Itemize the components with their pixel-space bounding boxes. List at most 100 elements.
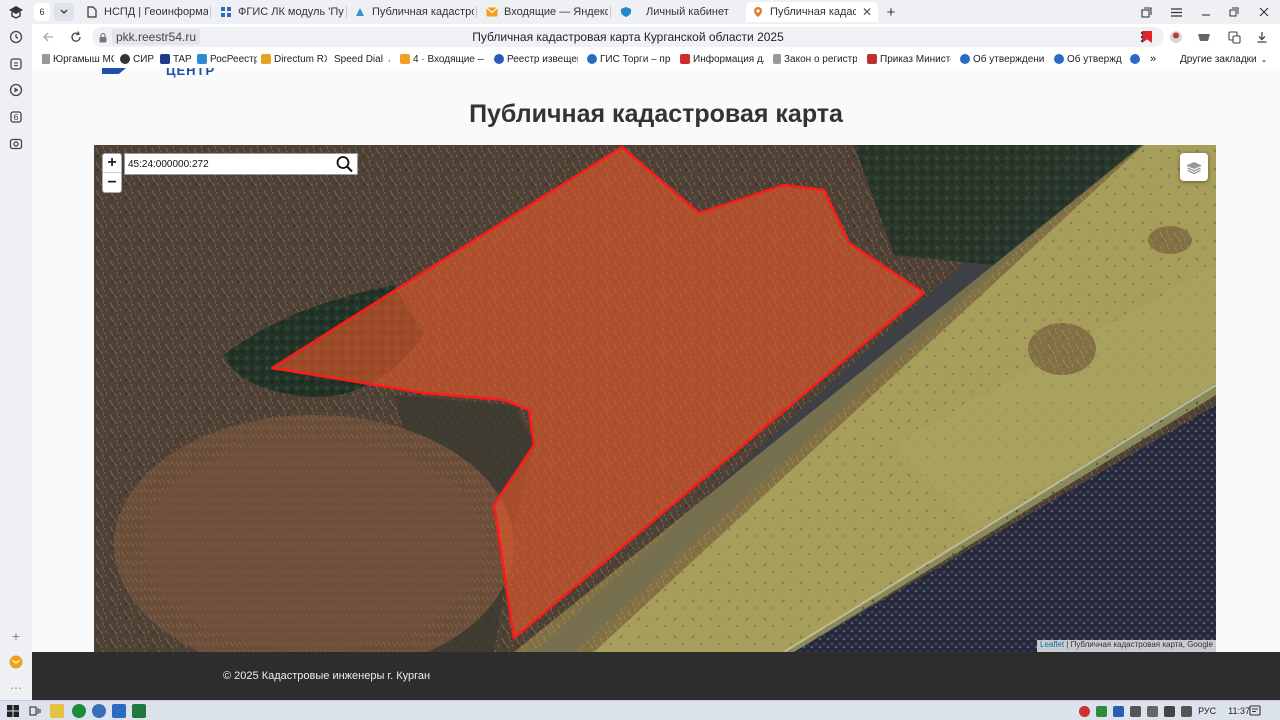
kaspersky-icon[interactable]	[72, 704, 86, 718]
bookmark-item[interactable]: Об утвержде	[1054, 52, 1122, 66]
zoom-control: + −	[102, 153, 122, 193]
notifications-icon[interactable]	[1248, 704, 1262, 718]
zoom-in-button[interactable]: +	[103, 154, 121, 173]
bookmark-label: Об утверждении	[973, 53, 1044, 65]
tab-personal-cabinet[interactable]: Личный кабинет	[614, 2, 742, 22]
tab-fgis[interactable]: ФГИС ЛК модуль 'Публи	[214, 2, 344, 22]
bookmark-item[interactable]: СИР	[120, 52, 156, 66]
media-player-icon[interactable]	[8, 82, 24, 98]
bookmark-item[interactable]: 4 · Входящие — Я	[400, 52, 484, 66]
windows-taskbar: РУС 11:37	[0, 700, 1280, 720]
bookmark-item[interactable]: РосРеестр	[197, 52, 257, 66]
site-logo-text[interactable]: ЦЕНТР	[166, 68, 215, 78]
mail-icon	[400, 54, 410, 64]
satellite-imagery	[94, 145, 1216, 652]
tab-count-badge[interactable]: 6	[34, 3, 50, 21]
bookmarks-bar: Юргамыш МО СИР TAP РосРеестр Directum RX…	[32, 50, 1280, 68]
bookmark-item[interactable]: ГИС Торги – прод	[587, 52, 671, 66]
collections-icon[interactable]	[8, 56, 24, 72]
cadastral-number-input[interactable]	[128, 156, 328, 172]
more-options-icon[interactable]	[1134, 29, 1150, 45]
task-view-icon[interactable]	[28, 704, 42, 718]
history-icon[interactable]	[8, 29, 24, 45]
search-button[interactable]	[335, 155, 355, 173]
tab-yandex-mail[interactable]: Входящие — Яндекс Почт	[480, 2, 608, 22]
network-tray-icon[interactable]	[1164, 705, 1176, 717]
screenshot-icon[interactable]	[8, 136, 24, 152]
bookmark-item[interactable]: Directum RX	[261, 52, 327, 66]
downloads-icon[interactable]	[1254, 29, 1270, 45]
volume-icon[interactable]	[1181, 705, 1193, 717]
tab-nspd[interactable]: НСПД | Геоинформацион	[80, 2, 208, 22]
zoom-out-button[interactable]: −	[103, 173, 121, 192]
layers-control-button[interactable]	[1180, 153, 1208, 181]
map-container[interactable]: + − Leaflet | Публичная кадастровая карт…	[94, 145, 1216, 652]
extra-bookmark-icon[interactable]	[1130, 52, 1144, 66]
chevron-down-icon	[60, 9, 68, 14]
bookmark-label: Directum RX	[274, 53, 327, 65]
language-indicator[interactable]: РУС	[1198, 706, 1216, 716]
leaflet-link[interactable]: Leaflet	[1040, 640, 1064, 649]
consultant-icon	[867, 54, 877, 64]
close-tab-icon[interactable]: ✕	[862, 5, 872, 19]
tab-list-dropdown[interactable]	[54, 3, 74, 21]
protect-extension-icon[interactable]	[1196, 29, 1212, 45]
word-icon[interactable]	[112, 704, 126, 718]
bookmark-label: Приказ Министер	[880, 53, 951, 65]
bookmark-label: Юргамыш МО	[53, 53, 114, 65]
network-tray-icon[interactable]	[1130, 705, 1142, 717]
bookmark-item[interactable]: Информация для	[680, 52, 764, 66]
excel-icon[interactable]	[132, 704, 146, 718]
menu-icon[interactable]	[1168, 4, 1184, 20]
bookmark-item[interactable]: Реестр извещени	[494, 52, 578, 66]
other-bookmarks-folder[interactable]: Другие закладки ⌄	[1180, 52, 1268, 66]
add-panel-icon[interactable]: +	[8, 628, 24, 644]
url-field[interactable]: pkk.reestr54.ru Публичная кадастровая ка…	[92, 27, 1164, 47]
web-page: ЦЕНТР Публичная кадастровая карта + − 45…	[32, 68, 1280, 700]
bookmark-label: Об утвержде	[1067, 53, 1122, 65]
bookmark-item[interactable]: Об утверждении	[960, 52, 1044, 66]
gis-torgi-icon	[587, 54, 597, 64]
bookmark-item[interactable]: Юргамыш МО	[42, 52, 114, 66]
link-icon	[1130, 54, 1140, 64]
bookmark-item[interactable]: TAP	[160, 52, 192, 66]
back-arrow-icon[interactable]	[40, 29, 56, 45]
yandex-browser-icon[interactable]	[8, 4, 24, 20]
bookmark-item[interactable]: Закон о регистра	[773, 52, 857, 66]
garant-icon	[1054, 54, 1064, 64]
bookmarks-overflow-button[interactable]: »	[1150, 52, 1162, 66]
translate-icon[interactable]	[1226, 29, 1242, 45]
app-tray-icon[interactable]	[1113, 705, 1125, 717]
sir-logo-icon	[120, 54, 130, 64]
chevron-down-icon: ⌄	[1260, 54, 1268, 64]
more-panels-icon[interactable]: ⋯	[8, 680, 24, 696]
gov-emblem-icon	[220, 6, 232, 18]
mail-icon	[486, 6, 498, 18]
bookmark-item[interactable]: Приказ Министер	[867, 52, 951, 66]
page-title-in-omnibox: Публичная кадастровая карта Курганской о…	[472, 30, 784, 44]
restore-icon[interactable]	[1226, 4, 1242, 20]
page-icon	[42, 54, 50, 64]
reload-icon[interactable]	[68, 29, 84, 45]
display-tray-icon[interactable]	[1147, 705, 1159, 717]
map-pin-icon	[354, 6, 366, 18]
minimize-icon[interactable]	[1198, 4, 1214, 20]
mail-app-icon[interactable]	[8, 654, 24, 670]
antivirus-tray-icon[interactable]	[1079, 705, 1091, 717]
close-window-icon[interactable]	[1256, 4, 1272, 20]
kaspersky-tray-icon[interactable]	[1096, 705, 1108, 717]
tab-counter-icon[interactable]: 6	[8, 109, 24, 125]
bookmark-folder-speed-dial[interactable]: Speed Dial ⌄	[334, 52, 390, 66]
rosreestr-icon	[197, 54, 207, 64]
new-tab-button[interactable]: +	[882, 2, 900, 22]
clock[interactable]: 11:37	[1228, 706, 1250, 716]
bookmark-label: СИР	[133, 53, 155, 65]
tab-manager-icon[interactable]	[1138, 4, 1154, 20]
extension-avatar-icon[interactable]	[1168, 29, 1184, 45]
tab-pkk-active[interactable]: Публичная кадастровая ✕	[746, 2, 878, 22]
tab-pkk-1[interactable]: Публичная кадастровая	[348, 2, 474, 22]
yandex-browser-taskbar-icon[interactable]	[92, 704, 106, 718]
tab-label: НСПД | Геоинформацион	[104, 6, 208, 18]
windows-start-icon[interactable]	[6, 704, 20, 718]
file-explorer-icon[interactable]	[50, 704, 64, 718]
